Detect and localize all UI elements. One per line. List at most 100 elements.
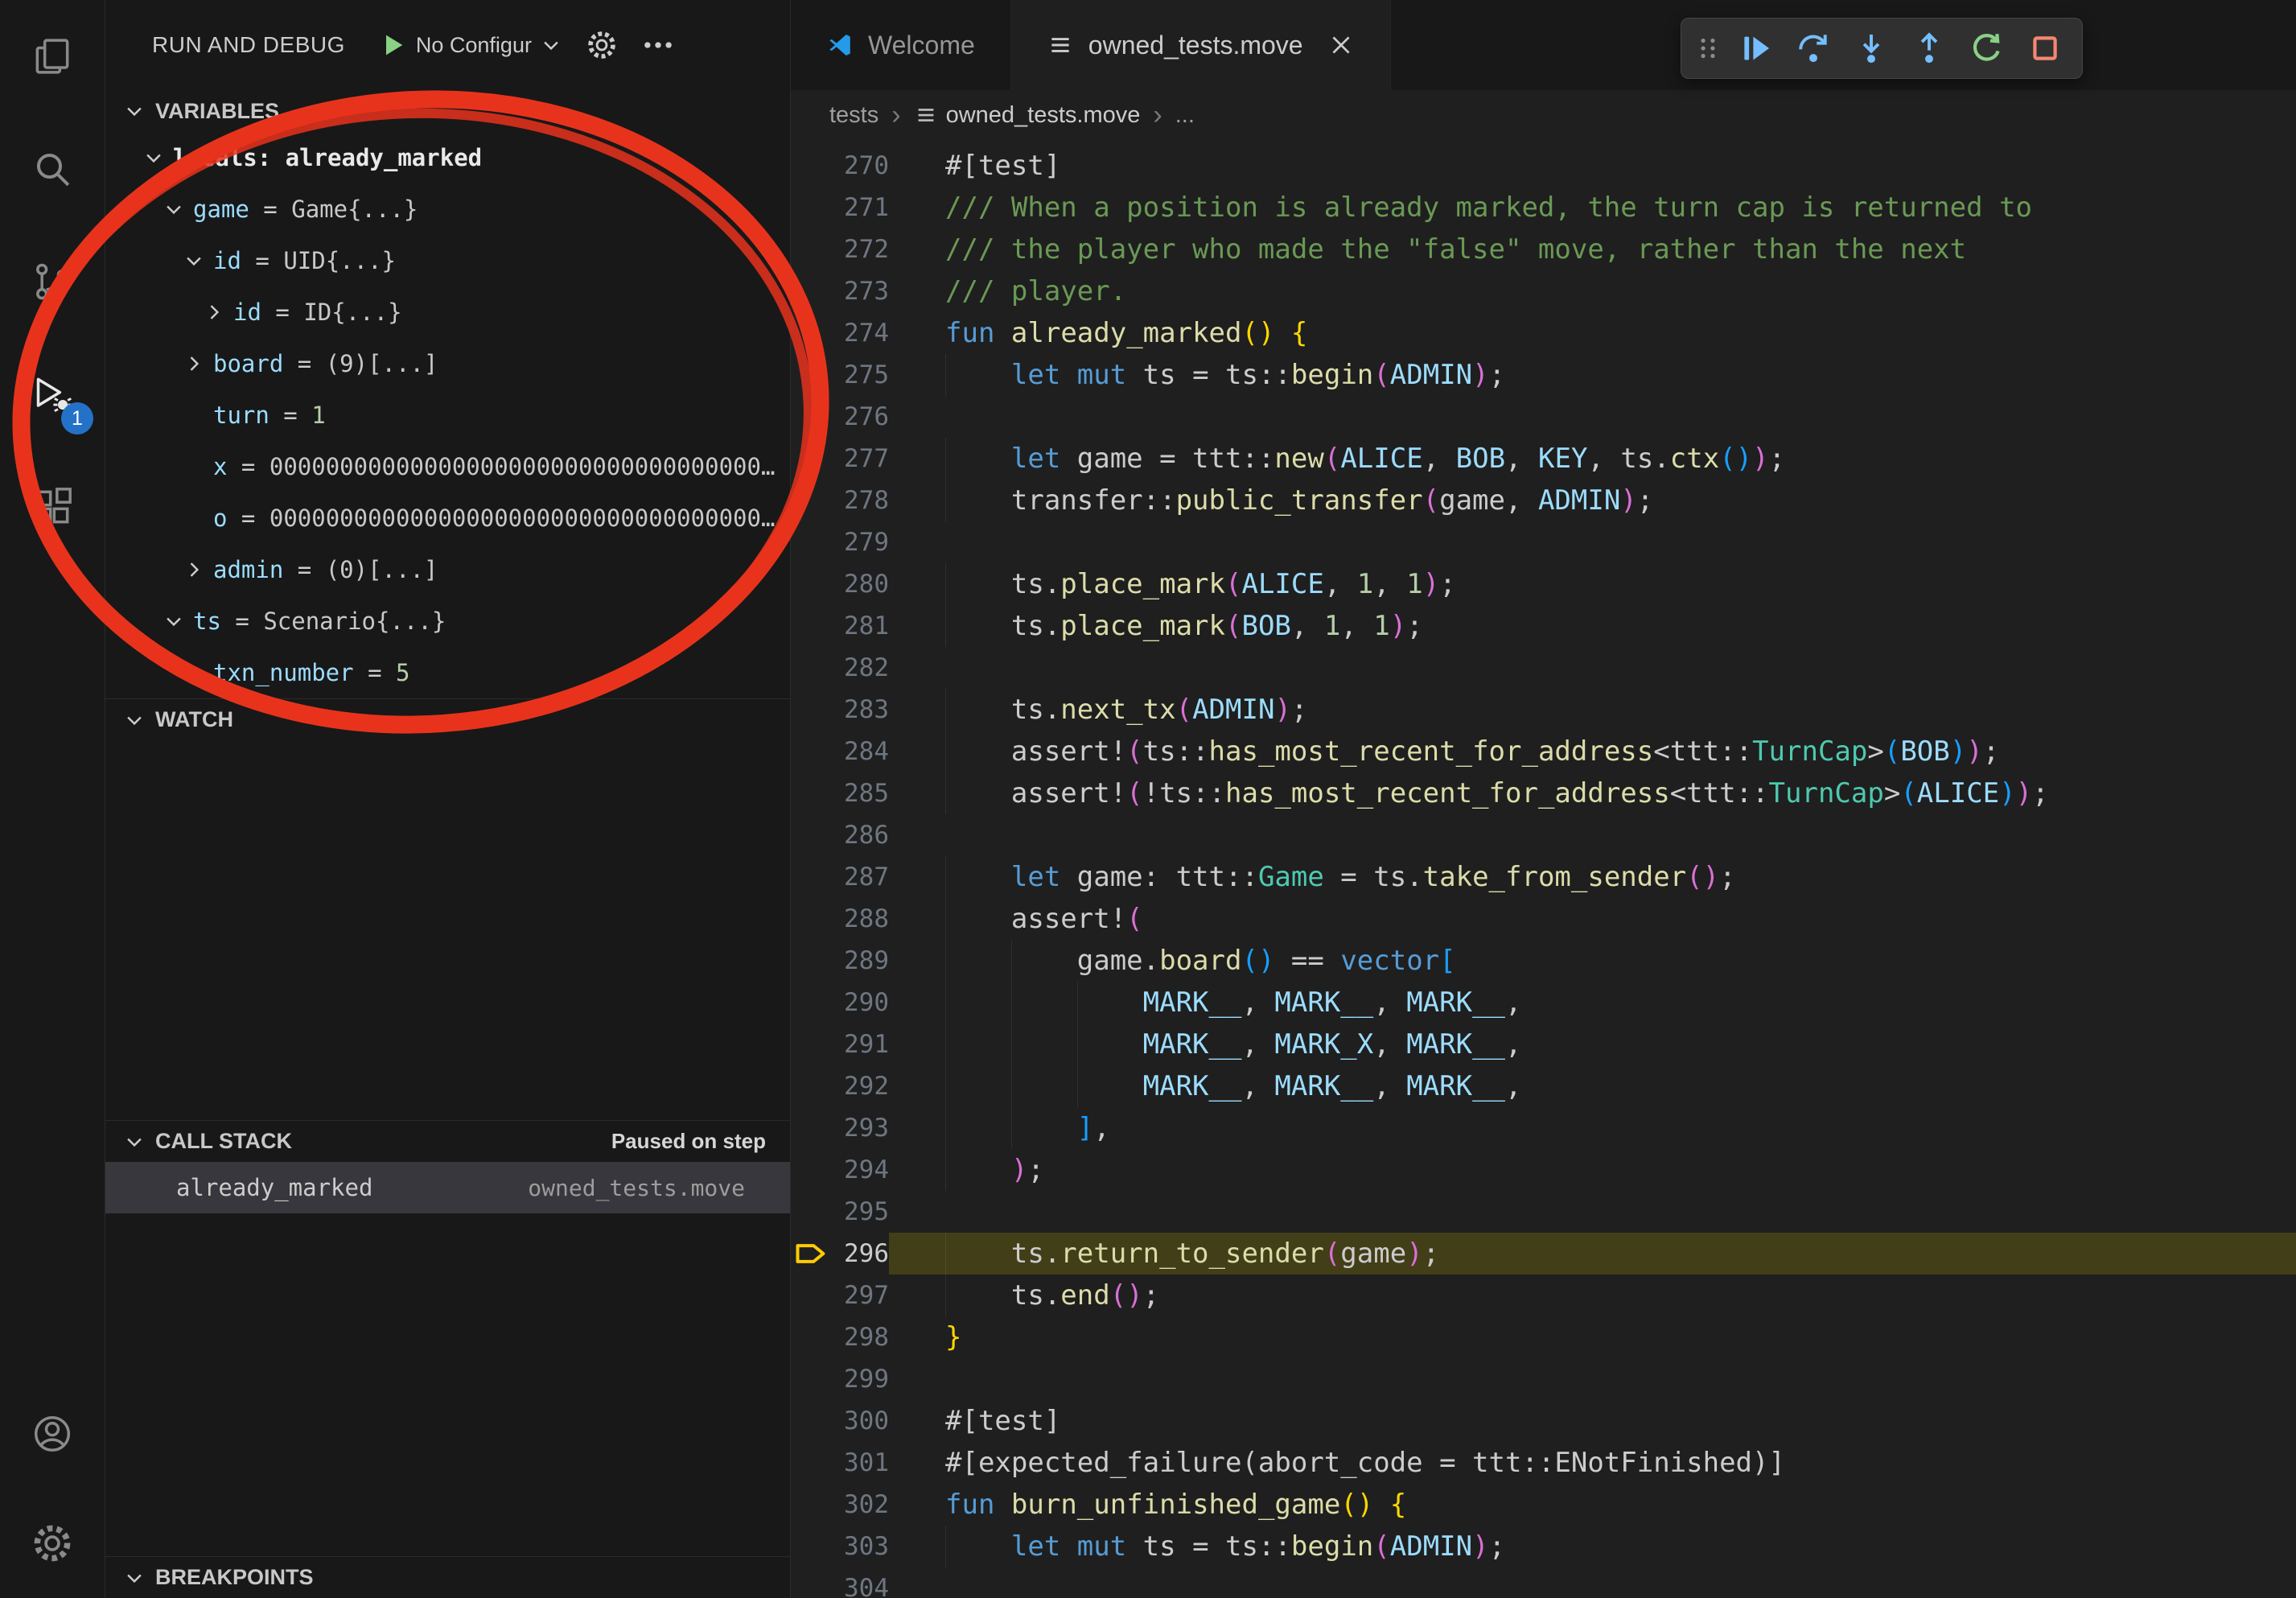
- watch-section-header[interactable]: WATCH: [105, 698, 790, 740]
- settings-gear-icon[interactable]: [585, 28, 619, 62]
- code-line-301[interactable]: 301#[expected_failure(abort_code = ttt::…: [791, 1442, 2296, 1484]
- code-line-272[interactable]: 272/// the player who made the "false" m…: [791, 229, 2296, 270]
- config-label: No Configur: [416, 33, 532, 58]
- breakpoints-section-header[interactable]: BREAKPOINTS: [105, 1556, 790, 1598]
- line-number: 270: [831, 145, 889, 187]
- code-line-288[interactable]: 288 assert!(: [791, 898, 2296, 940]
- code-text: let game: ttt::Game = ts.take_from_sende…: [889, 856, 2296, 898]
- variable-row[interactable]: o = 000000000000000000000000000000000000…: [105, 492, 790, 544]
- debug-step-out-button[interactable]: [1903, 23, 1955, 74]
- code-line-295[interactable]: 295: [791, 1191, 2296, 1233]
- code-token: [1274, 317, 1290, 349]
- code-line-281[interactable]: 281 ts.place_mark(BOB, 1, 1);: [791, 605, 2296, 647]
- code-token: <ttt::: [1653, 735, 1752, 768]
- indent-guide: [1011, 940, 1077, 982]
- code-line-292[interactable]: 292 MARK__, MARK__, MARK__,: [791, 1065, 2296, 1107]
- variable-row[interactable]: board = (9)[...]: [105, 338, 790, 389]
- activity-item-extensions[interactable]: [0, 451, 105, 563]
- activity-item-explorer[interactable]: [0, 0, 105, 113]
- call-stack-section-header[interactable]: CALL STACK Paused on step: [105, 1120, 790, 1162]
- code-line-275[interactable]: 275 let mut ts = ts::begin(ADMIN);: [791, 354, 2296, 396]
- start-debugging-icon[interactable]: [379, 31, 408, 60]
- code-line-274[interactable]: 274fun already_marked() {: [791, 312, 2296, 354]
- code-line-279[interactable]: 279: [791, 521, 2296, 563]
- chevron-down-icon[interactable]: [183, 249, 213, 273]
- code-line-304[interactable]: 304: [791, 1567, 2296, 1598]
- code-line-300[interactable]: 300#[test]: [791, 1400, 2296, 1442]
- code-line-271[interactable]: 271/// When a position is already marked…: [791, 187, 2296, 229]
- code-line-289[interactable]: 289 game.board() == vector[: [791, 940, 2296, 982]
- code-line-285[interactable]: 285 assert!(!ts::has_most_recent_for_add…: [791, 772, 2296, 814]
- activity-item-settings[interactable]: [0, 1489, 105, 1598]
- code-token: begin: [1291, 359, 1373, 391]
- code-line-280[interactable]: 280 ts.place_mark(ALICE, 1, 1);: [791, 563, 2296, 605]
- code-line-282[interactable]: 282: [791, 647, 2296, 689]
- activity-item-accounts[interactable]: [0, 1379, 105, 1489]
- code-line-283[interactable]: 283 ts.next_tx(ADMIN);: [791, 689, 2296, 731]
- debug-step-over-button[interactable]: [1788, 23, 1839, 74]
- code-line-303[interactable]: 303 let mut ts = ts::begin(ADMIN);: [791, 1526, 2296, 1567]
- chevron-down-icon[interactable]: [142, 146, 173, 170]
- code-token: (): [1241, 945, 1274, 977]
- variable-row[interactable]: admin = (0)[...]: [105, 544, 790, 595]
- code-lines: 270#[test]271/// When a position is alre…: [791, 140, 2296, 1598]
- code-line-291[interactable]: 291 MARK__, MARK_X, MARK__,: [791, 1023, 2296, 1065]
- variable-row[interactable]: id = ID{...}: [105, 286, 790, 338]
- code-token: >: [1867, 735, 1883, 768]
- debug-config-dropdown[interactable]: No Configur: [379, 31, 562, 60]
- chevron-down-icon[interactable]: [163, 609, 193, 633]
- activity-item-search[interactable]: [0, 113, 105, 225]
- variable-row[interactable]: game = Game{...}: [105, 183, 790, 235]
- gripper-icon[interactable]: [1693, 30, 1723, 67]
- line-number: 279: [831, 521, 889, 563]
- code-line-290[interactable]: 290 MARK__, MARK__, MARK__,: [791, 982, 2296, 1023]
- variables-section-header[interactable]: VARIABLES: [105, 90, 790, 132]
- code-token: ,: [1505, 443, 1538, 475]
- debug-step-into-button[interactable]: [1845, 23, 1897, 74]
- breadcrumb-item[interactable]: tests: [829, 102, 878, 129]
- variable-row[interactable]: txn_number = 5: [105, 647, 790, 698]
- code-line-284[interactable]: 284 assert!(ts::has_most_recent_for_addr…: [791, 731, 2296, 772]
- tab-welcome[interactable]: Welcome: [791, 0, 1011, 90]
- code-line-286[interactable]: 286: [791, 814, 2296, 856]
- code-token: game.: [1077, 945, 1159, 977]
- chevron-right-icon[interactable]: [183, 352, 213, 376]
- chevron-right-icon[interactable]: [183, 558, 213, 582]
- code-line-287[interactable]: 287 let game: ttt::Game = ts.take_from_s…: [791, 856, 2296, 898]
- close-icon[interactable]: [1327, 31, 1355, 59]
- code-line-273[interactable]: 273/// player.: [791, 270, 2296, 312]
- code-token: = ts.: [1324, 861, 1423, 893]
- code-line-298[interactable]: 298}: [791, 1316, 2296, 1358]
- activity-item-source-control[interactable]: [0, 225, 105, 338]
- breadcrumb-item[interactable]: ...: [1175, 102, 1195, 129]
- stack-frame[interactable]: already_markedowned_tests.move: [105, 1162, 790, 1213]
- more-actions-icon[interactable]: [641, 28, 675, 62]
- code-line-296[interactable]: 296 ts.return_to_sender(game);: [791, 1233, 2296, 1275]
- chevron-right-icon[interactable]: [203, 300, 233, 324]
- code-line-297[interactable]: 297 ts.end();: [791, 1275, 2296, 1316]
- breadcrumb-item[interactable]: owned_tests.move: [914, 102, 1141, 129]
- variable-row[interactable]: id = UID{...}: [105, 235, 790, 286]
- debug-stop-button[interactable]: [2019, 23, 2071, 74]
- code-token: ): [1390, 610, 1406, 642]
- code-line-299[interactable]: 299: [791, 1358, 2296, 1400]
- code-line-302[interactable]: 302fun burn_unfinished_game() {: [791, 1484, 2296, 1526]
- debug-continue-button[interactable]: [1730, 23, 1781, 74]
- current-line-marker-icon: [791, 1233, 831, 1275]
- debug-restart-button[interactable]: [1961, 23, 2013, 74]
- variable-row[interactable]: ts = Scenario{...}: [105, 595, 790, 647]
- chevron-down-icon[interactable]: [163, 197, 193, 221]
- code-token: /// player.: [945, 275, 1126, 307]
- variable-row[interactable]: locals: already_marked: [105, 132, 790, 183]
- variable-row[interactable]: turn = 1: [105, 389, 790, 441]
- variable-row[interactable]: x = 000000000000000000000000000000000000…: [105, 441, 790, 492]
- tab-owned_tests-move[interactable]: owned_tests.move: [1011, 0, 1391, 90]
- code-line-270[interactable]: 270#[test]: [791, 145, 2296, 187]
- code-line-277[interactable]: 277 let game = ttt::new(ALICE, BOB, KEY,…: [791, 438, 2296, 480]
- glyph-margin: [791, 354, 831, 396]
- code-line-294[interactable]: 294 );: [791, 1149, 2296, 1191]
- code-line-278[interactable]: 278 transfer::public_transfer(game, ADMI…: [791, 480, 2296, 521]
- code-line-276[interactable]: 276: [791, 396, 2296, 438]
- code-line-293[interactable]: 293 ],: [791, 1107, 2296, 1149]
- activity-item-run-and-debug[interactable]: 1: [0, 338, 105, 451]
